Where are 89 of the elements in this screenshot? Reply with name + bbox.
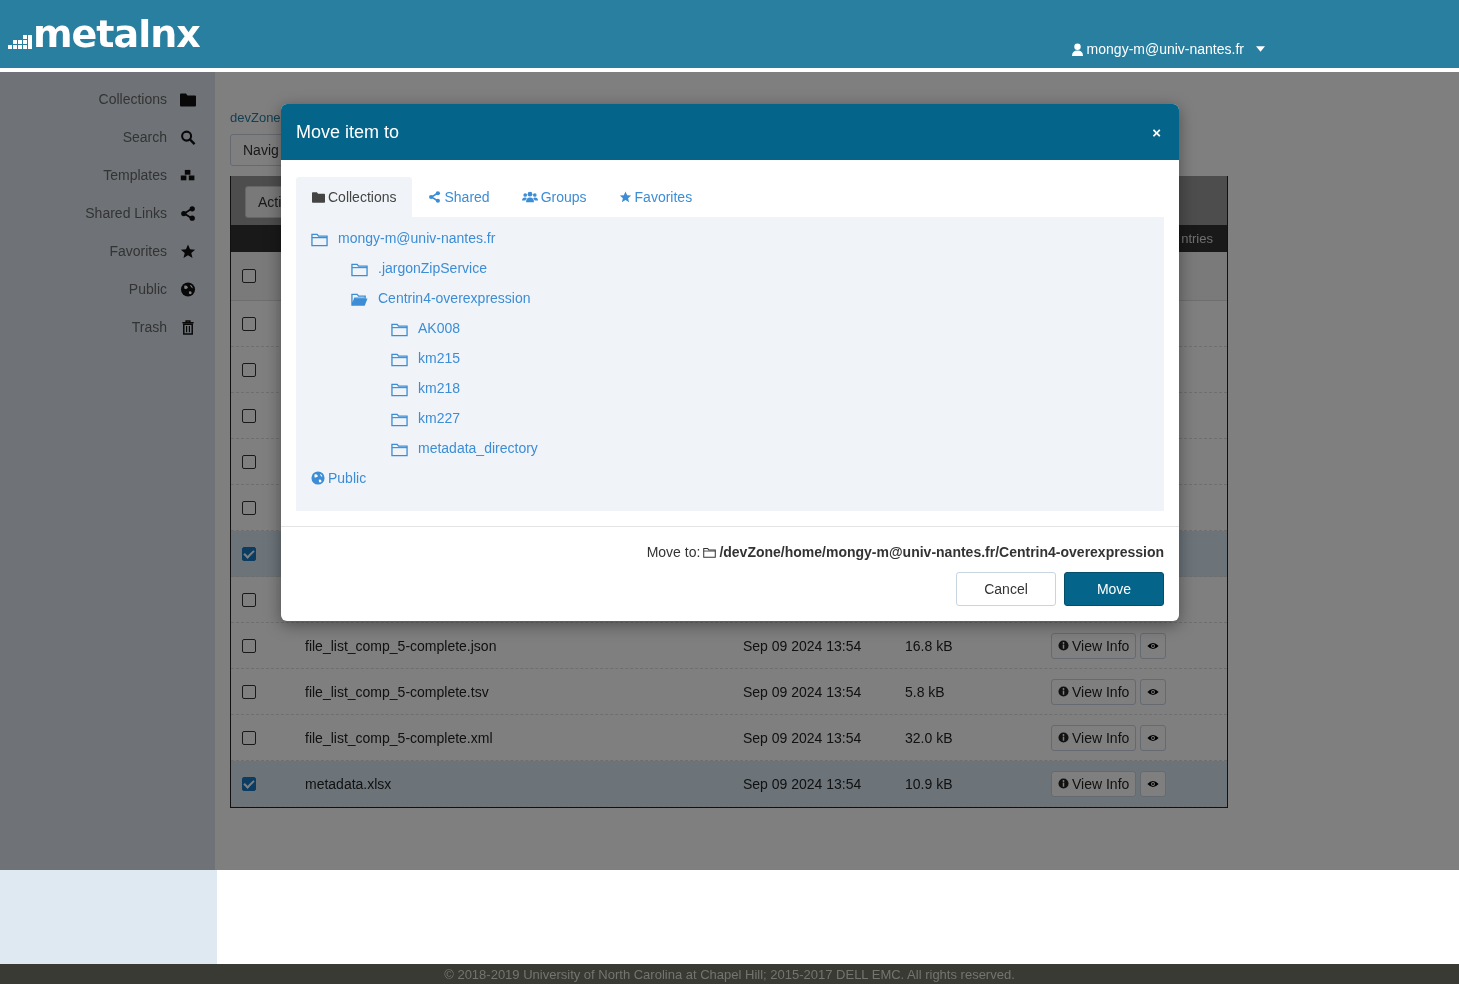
modified-date: Sep 09 2024 13:54 [743, 729, 863, 746]
folder-icon [703, 546, 717, 558]
tree-item[interactable]: metadata_directory [311, 433, 1164, 463]
tab[interactable]: Favorites [602, 177, 709, 217]
modified-date: Sep 09 2024 13:54 [743, 637, 863, 654]
eye-icon [1147, 779, 1160, 788]
file-name[interactable]: file_list_comp_5-complete.xml [305, 729, 743, 746]
tree-item[interactable]: mongy-m@univ-nantes.fr [311, 223, 1164, 253]
close-button[interactable]: × [1149, 123, 1164, 141]
dialog-title: Move item to [296, 121, 400, 143]
table-row[interactable]: file_list_comp_5-complete.json Sep 09 2024 13:54 16.8 kB View Info [231, 623, 1227, 669]
checkbox[interactable] [242, 776, 256, 791]
checkbox[interactable] [242, 684, 256, 699]
file-size: 32.0 kB [905, 729, 954, 746]
sidebar-item[interactable]: Templates [0, 156, 215, 194]
view-info-button[interactable]: View Info [1051, 770, 1137, 797]
info-icon [1058, 640, 1069, 651]
tree-item[interactable]: Centrin4-overexpression [311, 283, 1164, 313]
users-icon [521, 191, 538, 203]
file-name[interactable]: file_list_comp_5-complete.tsv [305, 683, 743, 700]
cancel-button[interactable]: Cancel [956, 572, 1056, 606]
modified-date: Sep 09 2024 13:54 [743, 775, 863, 792]
preview-button[interactable] [1140, 632, 1167, 659]
info-icon [1058, 686, 1069, 697]
user-menu[interactable]: mongy-m@univ-nantes.fr [1071, 41, 1265, 57]
tree-item[interactable]: km218 [311, 373, 1164, 403]
checkbox[interactable] [242, 454, 256, 469]
cubes-icon [179, 167, 197, 183]
info-icon [1058, 778, 1069, 789]
sidebar-item[interactable]: Search [0, 118, 215, 156]
move-to-label: Move to: [646, 544, 701, 560]
checkbox[interactable] [242, 408, 256, 423]
sidebar-item[interactable]: Trash [0, 308, 215, 346]
file-name[interactable]: metadata.xlsx [305, 775, 743, 792]
tab[interactable]: Groups [505, 177, 603, 217]
footer-text: © 2018-2019 University of North Carolina at Chapel Hill; 2015-2017 DELL EMC. All rights reserved. [0, 964, 1459, 984]
view-info-button[interactable]: View Info [1051, 724, 1137, 751]
file-name[interactable]: file_list_comp_5-complete.json [305, 637, 743, 654]
share-icon [179, 205, 197, 221]
tree-item[interactable]: km215 [311, 343, 1164, 373]
folder-icon [179, 91, 197, 107]
file-size: 5.8 kB [905, 683, 946, 700]
file-size: 16.8 kB [905, 637, 954, 654]
preview-button[interactable] [1140, 678, 1167, 705]
sidebar-item[interactable]: Public [0, 270, 215, 308]
logo-text: metalnx [33, 15, 200, 53]
table-row[interactable]: metadata.xlsx Sep 09 2024 13:54 10.9 kB View Info [231, 761, 1227, 807]
modified-date: Sep 09 2024 13:54 [743, 683, 863, 700]
user-icon [1071, 42, 1083, 56]
view-info-button[interactable]: View Info [1051, 632, 1137, 659]
view-info-button[interactable]: View Info [1051, 678, 1137, 705]
table-row[interactable]: file_list_comp_5-complete.tsv Sep 09 2024 13:54 5.8 kB View Info [231, 669, 1227, 715]
caret-icon [1256, 46, 1265, 52]
sidebar-item[interactable]: Shared Links [0, 194, 215, 232]
checkbox[interactable] [242, 269, 256, 283]
star-icon [618, 191, 632, 203]
sidebar-item[interactable]: Collections [0, 80, 215, 118]
move-button[interactable]: Move [1064, 572, 1164, 606]
file-size: 10.9 kB [905, 775, 954, 792]
destination-path: /devZone/home/mongy-m@univ-nantes.fr/Centrin4-overexpression [719, 544, 1164, 560]
trash-icon [179, 319, 197, 335]
checkbox[interactable] [242, 638, 256, 653]
sidebar-item[interactable]: Favorites [0, 232, 215, 270]
globe-icon [179, 281, 197, 297]
tab[interactable]: Shared [412, 177, 506, 217]
checkbox[interactable] [242, 546, 256, 561]
eye-icon [1147, 687, 1160, 696]
tree-item[interactable]: km227 [311, 403, 1164, 433]
star-icon [179, 243, 197, 259]
share-icon [428, 191, 442, 203]
folder-icon [312, 191, 325, 203]
tree-item[interactable]: .jargonZipService [311, 253, 1164, 283]
checkbox[interactable] [242, 316, 256, 331]
search-icon [179, 129, 197, 145]
info-icon [1058, 732, 1069, 743]
tree-item[interactable]: Public [311, 463, 1164, 493]
eye-icon [1147, 733, 1160, 742]
tree-item[interactable]: AK008 [311, 313, 1164, 343]
entries-text: ntries [1181, 231, 1213, 246]
tab[interactable]: Collections [296, 177, 413, 217]
bars-icon [8, 33, 32, 49]
preview-button[interactable] [1140, 724, 1167, 751]
user-name: mongy-m@univ-nantes.fr [1086, 41, 1244, 57]
checkbox[interactable] [242, 500, 256, 515]
checkbox[interactable] [242, 592, 256, 607]
preview-button[interactable] [1140, 770, 1167, 797]
checkbox[interactable] [242, 730, 256, 745]
checkbox[interactable] [242, 362, 256, 377]
eye-icon [1147, 641, 1160, 650]
